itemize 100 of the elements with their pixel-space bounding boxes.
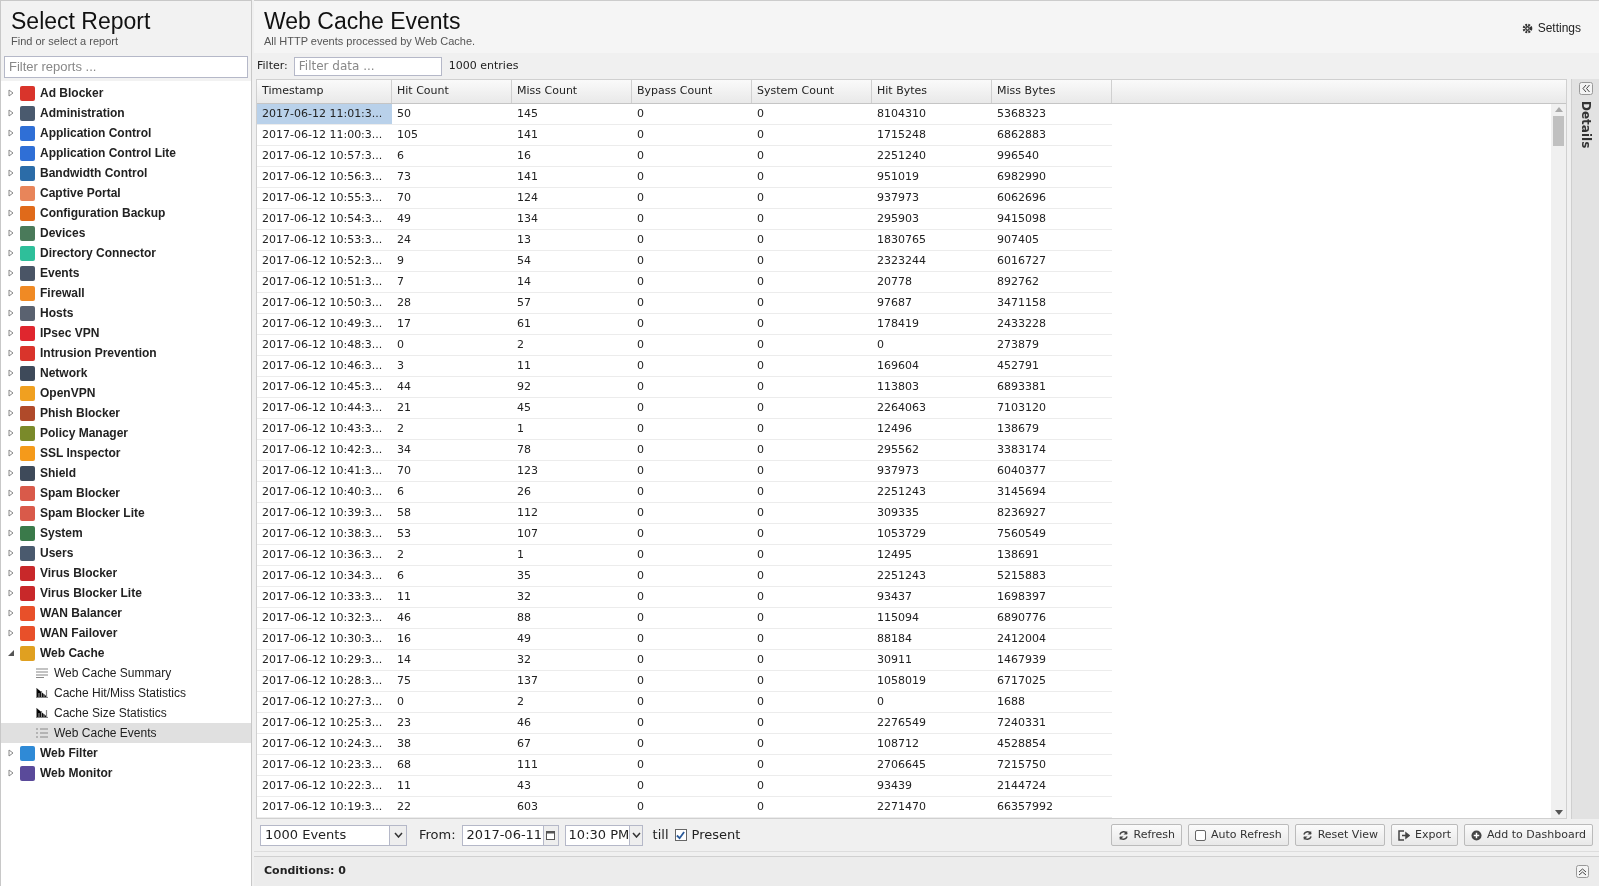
toolbar-button[interactable]: Refresh (1110, 824, 1183, 846)
table-row[interactable]: 2017-06-12 10:57:3... 6 16 0 0 2251240 996540 (257, 146, 1551, 167)
table-row[interactable]: 2017-06-12 10:46:3... 3 11 0 0 169604 452791 (257, 356, 1551, 377)
tree-item[interactable]: Spam Blocker (1, 483, 251, 503)
tree-item[interactable]: OpenVPN (1, 383, 251, 403)
caret-icon[interactable] (7, 289, 15, 297)
caret-icon[interactable] (7, 309, 15, 317)
table-row[interactable]: 2017-06-12 10:30:3... 16 49 0 0 88184 2412004 (257, 629, 1551, 650)
tree-item[interactable]: Events (1, 263, 251, 283)
date-field[interactable]: 2017-06-11 (461, 824, 559, 846)
table-row[interactable]: 2017-06-12 10:25:3... 23 46 0 0 2276549 7240331 (257, 713, 1551, 734)
checkbox[interactable] (1195, 829, 1207, 841)
table-row[interactable]: 2017-06-12 10:50:3... 28 57 0 0 97687 3471158 (257, 293, 1551, 314)
caret-icon[interactable] (7, 429, 15, 437)
details-panel[interactable]: Details (1571, 79, 1599, 819)
caret-icon[interactable] (7, 529, 15, 537)
table-row[interactable]: 2017-06-12 10:54:3... 49 134 0 0 295903 9415098 (257, 209, 1551, 230)
column-header[interactable]: Miss Count (512, 80, 632, 103)
table-row[interactable]: 2017-06-12 10:34:3... 6 35 0 0 2251243 5215883 (257, 566, 1551, 587)
tree-item[interactable]: IPsec VPN (1, 323, 251, 343)
tree-item[interactable]: Web Monitor (1, 763, 251, 783)
column-header[interactable]: Bypass Count (632, 80, 752, 103)
caret-icon[interactable] (7, 229, 15, 237)
report-filter-field[interactable]: Filter reports ... (4, 55, 248, 78)
settings-button[interactable]: Settings (1521, 19, 1581, 37)
table-row[interactable]: 2017-06-12 10:29:3... 14 32 0 0 30911 1467939 (257, 650, 1551, 671)
caret-icon[interactable] (7, 169, 15, 177)
table-row[interactable]: 2017-06-12 10:48:3... 0 2 0 0 0 273879 (257, 335, 1551, 356)
table-row[interactable]: 2017-06-12 10:44:3... 21 45 0 0 2264063 7103120 (257, 398, 1551, 419)
toolbar-button[interactable]: Reset View (1294, 824, 1385, 846)
table-row[interactable]: 2017-06-12 10:22:3... 11 43 0 0 93439 2144724 (257, 776, 1551, 797)
caret-icon[interactable] (7, 489, 15, 497)
caret-icon[interactable] (7, 569, 15, 577)
table-row[interactable]: 2017-06-12 10:38:3... 53 107 0 0 1053729 7560549 (257, 524, 1551, 545)
toolbar-button[interactable]: Export (1390, 824, 1458, 846)
caret-icon[interactable] (7, 449, 15, 457)
caret-icon[interactable] (7, 629, 15, 637)
toolbar-button[interactable]: Auto Refresh (1188, 824, 1289, 846)
table-row[interactable]: 2017-06-12 10:39:3... 58 112 0 0 309335 8236927 (257, 503, 1551, 524)
present-checkbox[interactable] (674, 829, 687, 841)
toolbar-button[interactable]: Add to Dashboard (1464, 824, 1593, 846)
tree-item[interactable]: Administration (1, 103, 251, 123)
scrollbar-thumb[interactable] (1553, 116, 1564, 146)
tree-item[interactable]: Spam Blocker Lite (1, 503, 251, 523)
caret-icon[interactable] (7, 109, 15, 117)
table-row[interactable]: 2017-06-12 10:42:3... 34 78 0 0 295562 3383174 (257, 440, 1551, 461)
tree-item[interactable]: WAN Failover (1, 623, 251, 643)
tree-item[interactable]: System (1, 523, 251, 543)
table-row[interactable]: 2017-06-12 10:41:3... 70 123 0 0 937973 6040377 (257, 461, 1551, 482)
tree-item[interactable]: Bandwidth Control (1, 163, 251, 183)
caret-icon[interactable] (7, 469, 15, 477)
expand-icon[interactable] (1576, 865, 1589, 878)
column-header[interactable]: System Count (752, 80, 872, 103)
scrollbar[interactable] (1551, 104, 1566, 818)
table-row[interactable]: 2017-06-12 10:40:3... 6 26 0 0 2251243 3145694 (257, 482, 1551, 503)
tree-item[interactable]: Shield (1, 463, 251, 483)
table-row[interactable]: 2017-06-12 10:51:3... 7 14 0 0 20778 892762 (257, 272, 1551, 293)
table-row[interactable]: 2017-06-12 10:49:3... 17 61 0 0 178419 2433228 (257, 314, 1551, 335)
caret-icon[interactable] (7, 609, 15, 617)
tree-item[interactable]: Web Cache Summary (1, 663, 251, 683)
tree-item[interactable]: Intrusion Prevention (1, 343, 251, 363)
tree-item[interactable]: Cache Hit/Miss Statistics (1, 683, 251, 703)
caret-icon[interactable] (7, 209, 15, 217)
tree-item[interactable]: Users (1, 543, 251, 563)
table-row[interactable]: 2017-06-12 10:27:3... 0 2 0 0 0 1688 (257, 692, 1551, 713)
tree-item[interactable]: Firewall (1, 283, 251, 303)
column-header[interactable]: Timestamp (257, 80, 392, 103)
tree-item[interactable]: Policy Manager (1, 423, 251, 443)
table-row[interactable]: 2017-06-12 11:01:3... 50 145 0 0 8104310 5368323 (257, 104, 1551, 125)
caret-icon[interactable] (7, 269, 15, 277)
caret-icon[interactable] (7, 649, 15, 657)
caret-icon[interactable] (7, 549, 15, 557)
caret-icon[interactable] (7, 89, 15, 97)
column-header[interactable]: Hit Bytes (872, 80, 992, 103)
tree-item[interactable]: SSL Inspector (1, 443, 251, 463)
caret-icon[interactable] (7, 349, 15, 357)
tree-item[interactable]: Web Cache Events (1, 723, 251, 743)
tree-item[interactable]: Hosts (1, 303, 251, 323)
scroll-down-icon[interactable] (1554, 810, 1563, 815)
tree-item[interactable]: Web Cache (1, 643, 251, 663)
caret-icon[interactable] (7, 589, 15, 597)
table-row[interactable]: 2017-06-12 10:23:3... 68 111 0 0 2706645 7215750 (257, 755, 1551, 776)
tree-item[interactable]: Application Control Lite (1, 143, 251, 163)
tree-item[interactable]: Captive Portal (1, 183, 251, 203)
caret-icon[interactable] (7, 189, 15, 197)
tree-item[interactable]: Network (1, 363, 251, 383)
table-row[interactable]: 2017-06-12 10:32:3... 46 88 0 0 115094 6890776 (257, 608, 1551, 629)
caret-icon[interactable] (7, 369, 15, 377)
tree-item[interactable]: Web Filter (1, 743, 251, 763)
limit-select[interactable]: 1000 Events (260, 824, 407, 846)
scroll-up-icon[interactable] (1554, 107, 1563, 112)
caret-icon[interactable] (7, 329, 15, 337)
caret-icon[interactable] (7, 409, 15, 417)
tree-item[interactable]: Phish Blocker (1, 403, 251, 423)
table-row[interactable]: 2017-06-12 10:36:3... 2 1 0 0 12495 138691 (257, 545, 1551, 566)
table-row[interactable]: 2017-06-12 10:55:3... 70 124 0 0 937973 6062696 (257, 188, 1551, 209)
time-field[interactable]: 10:30 PM (564, 824, 643, 846)
table-row[interactable]: 2017-06-12 10:52:3... 9 54 0 0 2323244 6016727 (257, 251, 1551, 272)
tree-item[interactable]: Application Control (1, 123, 251, 143)
caret-icon[interactable] (7, 509, 15, 517)
